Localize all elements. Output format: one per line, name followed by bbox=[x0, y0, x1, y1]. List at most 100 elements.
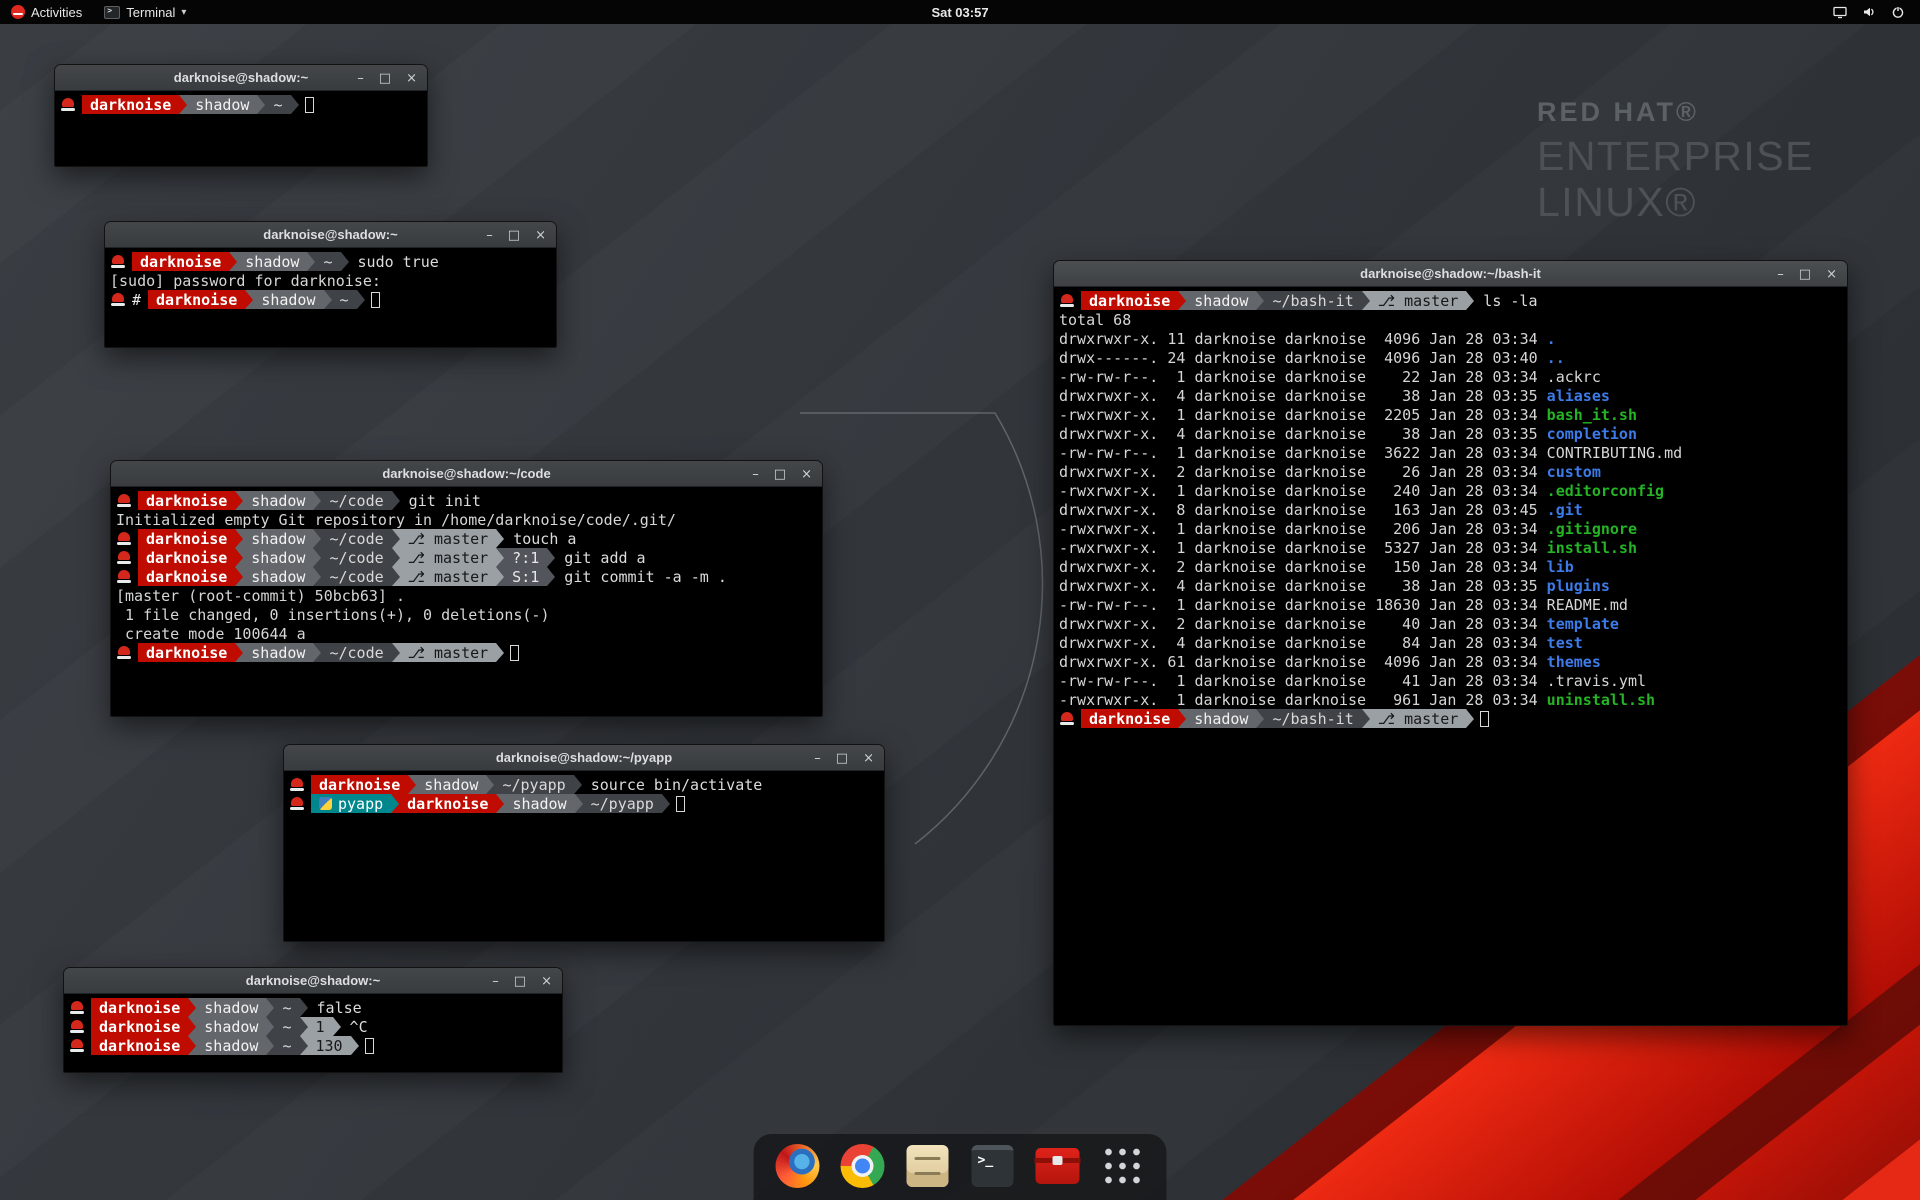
window-titlebar[interactable]: darknoise@shadow:~/bash-it – □ × bbox=[1054, 261, 1847, 287]
prompt-segment-stat: ?:1 bbox=[504, 548, 547, 567]
maximize-button[interactable]: □ bbox=[774, 468, 786, 481]
terminal-window-exit[interactable]: darknoise@shadow:~ – □ × darknoiseshadow… bbox=[63, 967, 563, 1073]
prompt-line: #darknoiseshadow~ bbox=[110, 290, 551, 309]
maximize-button[interactable]: □ bbox=[836, 752, 848, 765]
terminal-window-code[interactable]: darknoise@shadow:~/code – □ × darknoise s… bbox=[110, 460, 823, 717]
minimize-button[interactable]: – bbox=[752, 468, 759, 481]
powerline-arrow-icon bbox=[324, 290, 332, 309]
volume-icon[interactable] bbox=[1861, 0, 1877, 24]
output-line: drwxrwxr-x. 4 darknoise darknoise 38 Jan… bbox=[1059, 386, 1842, 405]
redhat-brand-text: RED HAT® ENTERPRISE LINUX® bbox=[1537, 98, 1814, 225]
terminal-window-sudo[interactable]: darknoise@shadow:~ – □ × darknoiseshadow… bbox=[104, 221, 557, 348]
maximize-button[interactable]: □ bbox=[379, 72, 391, 85]
redhat-prompt-icon bbox=[1060, 712, 1074, 725]
prompt-segment-host: shadow bbox=[243, 643, 313, 662]
minimize-button[interactable]: – bbox=[486, 229, 493, 242]
file-meta: drwxrwxr-x. 61 darknoise darknoise 4096 … bbox=[1059, 653, 1547, 671]
close-button[interactable]: × bbox=[801, 468, 812, 481]
terminal-body[interactable]: darknoiseshadow~ falsedarknoiseshadow~1 … bbox=[64, 994, 562, 1072]
prompt-line: darknoiseshadow~ false bbox=[69, 998, 557, 1017]
file-name: bash_it.sh bbox=[1547, 406, 1637, 424]
file-name: uninstall.sh bbox=[1547, 691, 1655, 709]
dock-chrome[interactable] bbox=[839, 1142, 887, 1190]
powerline-arrow-icon bbox=[266, 1036, 274, 1055]
close-button[interactable]: × bbox=[863, 752, 874, 765]
close-button[interactable]: × bbox=[1826, 268, 1837, 281]
close-button[interactable]: × bbox=[541, 975, 552, 988]
powerline-arrow-icon bbox=[179, 95, 187, 114]
output-line: [sudo] password for darknoise: bbox=[110, 271, 551, 290]
firefox-icon bbox=[776, 1144, 820, 1188]
file-name: install.sh bbox=[1547, 539, 1637, 557]
dock-firefox[interactable] bbox=[774, 1142, 822, 1190]
file-name: test bbox=[1547, 634, 1583, 652]
powerline-arrow-icon bbox=[575, 794, 583, 813]
window-titlebar[interactable]: darknoise@shadow:~/pyapp – □ × bbox=[284, 745, 884, 771]
file-meta: drwxrwxr-x. 2 darknoise darknoise 26 Jan… bbox=[1059, 463, 1547, 481]
window-titlebar[interactable]: darknoise@shadow:~/code – □ × bbox=[111, 461, 822, 487]
window-titlebar[interactable]: darknoise@shadow:~ – □ × bbox=[64, 968, 562, 994]
prompt-segment-host: shadow bbox=[243, 548, 313, 567]
powerline-arrow-icon bbox=[496, 548, 504, 567]
powerline-arrow-icon bbox=[662, 794, 670, 813]
powerline-arrow-icon bbox=[392, 529, 400, 548]
terminal-body[interactable]: darknoiseshadow~/pyapp source bin/activa… bbox=[284, 771, 884, 941]
dock-terminal[interactable] bbox=[969, 1142, 1017, 1190]
prompt-line: darknoiseshadow~/bash-it⎇ master bbox=[1059, 709, 1842, 728]
dock-toolbox[interactable] bbox=[1034, 1142, 1082, 1190]
prompt-line: darknoiseshadow~/code⎇ master touch a bbox=[116, 529, 817, 548]
window-titlebar[interactable]: darknoise@shadow:~ – □ × bbox=[55, 65, 427, 91]
redhat-prompt-icon bbox=[70, 1020, 84, 1033]
file-meta: -rw-rw-r--. 1 darknoise darknoise 3622 J… bbox=[1059, 444, 1547, 462]
close-button[interactable]: × bbox=[406, 72, 417, 85]
power-icon[interactable] bbox=[1890, 0, 1906, 24]
powerline-arrow-icon bbox=[1178, 709, 1186, 728]
powerline-arrow-icon bbox=[1178, 291, 1186, 310]
redhat-prompt-icon bbox=[290, 797, 304, 810]
prompt-segment-path: ~ bbox=[315, 252, 340, 271]
maximize-button[interactable]: □ bbox=[508, 229, 520, 242]
files-icon bbox=[907, 1145, 949, 1187]
minimize-button[interactable]: – bbox=[492, 975, 499, 988]
minimize-button[interactable]: – bbox=[1777, 268, 1784, 281]
activities-button[interactable]: Activities bbox=[0, 0, 93, 24]
display-icon[interactable] bbox=[1832, 0, 1848, 24]
prompt-segment-user: darknoise bbox=[138, 643, 235, 662]
maximize-button[interactable]: □ bbox=[514, 975, 526, 988]
powerline-arrow-icon bbox=[1466, 291, 1474, 310]
terminal-body[interactable]: darknoiseshadow~ bbox=[55, 91, 427, 166]
terminal-body[interactable]: darknoiseshadow~/bash-it⎇ master ls -lat… bbox=[1054, 287, 1847, 1025]
terminal-window-bashit[interactable]: darknoise@shadow:~/bash-it – □ × darknoi… bbox=[1053, 260, 1848, 1026]
close-button[interactable]: × bbox=[535, 229, 546, 242]
dock-app-grid[interactable] bbox=[1099, 1142, 1147, 1190]
output-text: [sudo] password for darknoise: bbox=[110, 272, 381, 290]
terminal-body[interactable]: darknoiseshadow~/code git initInitialize… bbox=[111, 487, 822, 716]
prompt-segment-host: shadow bbox=[1186, 709, 1256, 728]
file-meta: drwxrwxr-x. 4 darknoise darknoise 38 Jan… bbox=[1059, 577, 1547, 595]
prompt-segment-path: ~/code bbox=[321, 529, 391, 548]
clock[interactable]: Sat 03:57 bbox=[931, 5, 988, 20]
file-meta: drwxrwxr-x. 4 darknoise darknoise 38 Jan… bbox=[1059, 387, 1547, 405]
prompt-segment-host: shadow bbox=[243, 529, 313, 548]
brand-linux: LINUX® bbox=[1537, 180, 1814, 224]
command-text: git add a bbox=[555, 549, 645, 567]
window-titlebar[interactable]: darknoise@shadow:~ – □ × bbox=[105, 222, 556, 248]
powerline-arrow-icon bbox=[547, 548, 555, 567]
terminal-window-home-1[interactable]: darknoise@shadow:~ – □ × darknoiseshadow… bbox=[54, 64, 428, 167]
minimize-button[interactable]: – bbox=[357, 72, 364, 85]
dock-files[interactable] bbox=[904, 1142, 952, 1190]
powerline-arrow-icon bbox=[547, 567, 555, 586]
brand-enterprise: ENTERPRISE bbox=[1537, 134, 1814, 178]
terminal-window-pyapp[interactable]: darknoise@shadow:~/pyapp – □ × darknoise… bbox=[283, 744, 885, 942]
file-meta: -rwxrwxr-x. 1 darknoise darknoise 240 Ja… bbox=[1059, 482, 1547, 500]
prompt-segment-host: shadow bbox=[504, 794, 574, 813]
powerline-arrow-icon bbox=[341, 252, 349, 271]
powerline-arrow-icon bbox=[392, 548, 400, 567]
minimize-button[interactable]: – bbox=[814, 752, 821, 765]
file-name: template bbox=[1547, 615, 1619, 633]
output-line: drwx------. 24 darknoise darknoise 4096 … bbox=[1059, 348, 1842, 367]
maximize-button[interactable]: □ bbox=[1799, 268, 1811, 281]
redhat-logo-icon bbox=[11, 5, 25, 19]
terminal-body[interactable]: darknoiseshadow~ sudo true[sudo] passwor… bbox=[105, 248, 556, 347]
app-menu-terminal[interactable]: Terminal ▾ bbox=[93, 0, 197, 24]
